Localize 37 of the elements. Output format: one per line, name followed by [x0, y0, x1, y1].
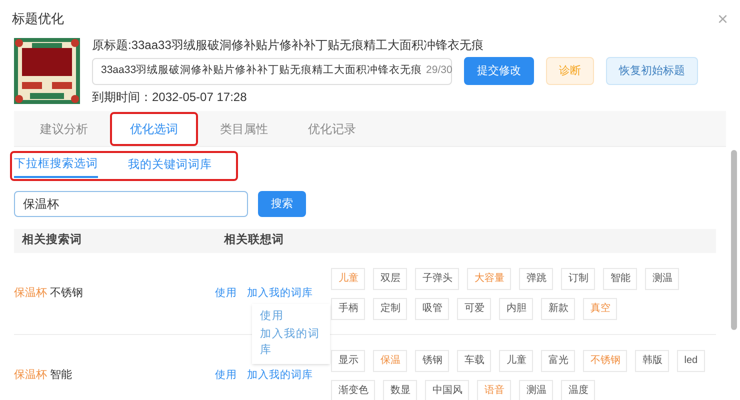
search-term: 保温杯 不锈钢: [14, 286, 84, 302]
search-term: 保温杯 智能: [14, 368, 74, 384]
original-title: 原标题:33aa33羽绒服破洞修补贴片修补补丁贴无痕精工大面积冲锋衣无痕: [92, 37, 484, 54]
keyword-tag[interactable]: 温度: [561, 380, 596, 400]
keyword-tag[interactable]: 智能: [603, 268, 638, 290]
keyword-tag[interactable]: 内胆: [499, 298, 534, 320]
keyword-tag[interactable]: 子弹头: [415, 268, 460, 290]
dialog-title: 标题优化: [12, 10, 64, 28]
keyword-tag[interactable]: 数显: [383, 380, 418, 400]
keyword-tag[interactable]: 手柄: [331, 298, 366, 320]
keyword-tag[interactable]: 富光: [541, 350, 576, 372]
keyword-tag[interactable]: 测温: [645, 268, 680, 290]
column-header: 相关搜索词: [20, 232, 83, 248]
expiry-time: 到期时间：2032-05-07 17:28: [92, 89, 248, 106]
keyword-tag[interactable]: 吸管: [415, 298, 450, 320]
row-link[interactable]: 使用: [215, 368, 238, 384]
keyword-tag[interactable]: 韩版: [635, 350, 670, 372]
action-button[interactable]: 恢复初始标题: [606, 57, 698, 85]
keyword-tag[interactable]: 测温: [519, 380, 554, 400]
keyword-tag[interactable]: 定制: [373, 298, 408, 320]
keyword-tag[interactable]: 订制: [561, 268, 596, 290]
keyword-tag[interactable]: 中国风: [425, 380, 470, 400]
keyword-tag[interactable]: 锈钢: [415, 350, 450, 372]
keyword-tag[interactable]: 车载: [457, 350, 492, 372]
scrollbar[interactable]: [731, 150, 737, 330]
keyword-tag[interactable]: 双层: [373, 268, 408, 290]
keyword-tag[interactable]: 渐变色: [331, 380, 376, 400]
keyword-tag[interactable]: 可爱: [457, 298, 492, 320]
column-header: 相关联想词: [224, 232, 284, 248]
keyword-tag[interactable]: 新款: [541, 298, 576, 320]
keyword-tag[interactable]: 显示: [331, 350, 366, 372]
keyword-tag[interactable]: 儿童: [499, 350, 534, 372]
keyword-tag[interactable]: 弹跳: [519, 268, 554, 290]
keyword-tag[interactable]: led: [677, 350, 705, 372]
search-field[interactable]: 保温杯: [14, 191, 248, 217]
title-field[interactable]: 33aa33羽绒服破洞修补贴片修补补丁贴无痕精工大面积冲锋衣无痕 29/30: [92, 58, 452, 84]
row-link[interactable]: 使用: [215, 286, 238, 302]
